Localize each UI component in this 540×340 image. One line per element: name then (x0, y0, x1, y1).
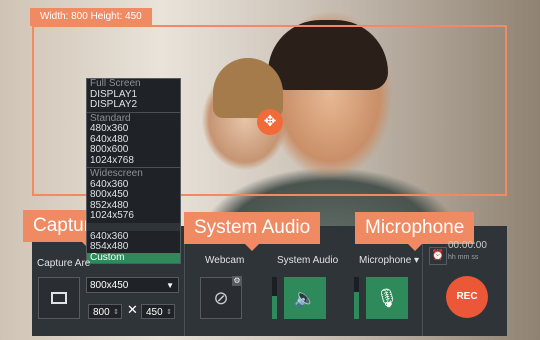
stepper-icon[interactable]: ⇕ (113, 305, 119, 320)
dropdown-option[interactable]: 1024x576 (87, 210, 180, 222)
webcam-off-icon: ⊘ (213, 288, 229, 308)
alarm-icon[interactable]: ⏰ (429, 247, 447, 265)
microphone-icon: 🎙 (375, 288, 399, 308)
speaker-icon: 🔈 (293, 288, 317, 308)
dropdown-option[interactable]: Custom (87, 252, 180, 263)
microphone-toggle[interactable]: 🎙 (366, 277, 408, 319)
microphone-level-meter (354, 277, 359, 319)
capture-area-select[interactable]: 800x450 ▼ (86, 277, 179, 293)
system-audio-callout: System Audio (184, 212, 321, 251)
timer-units: hh mm ss (448, 254, 479, 261)
dropdown-option[interactable]: 480x360 (87, 123, 180, 135)
dropdown-option[interactable]: 854x480 (87, 241, 180, 253)
system-audio-toggle[interactable]: 🔈 (284, 277, 326, 319)
width-input[interactable]: 800 ⇕ (88, 304, 122, 319)
stepper-icon[interactable]: ⇕ (166, 305, 172, 320)
capture-dimensions-label: Width: 800 Height: 450 (30, 8, 152, 26)
dropdown-option[interactable]: 800x450 (87, 189, 180, 201)
dropdown-group-header: Widescreen (90, 168, 143, 179)
system-audio-level-meter (272, 277, 277, 319)
move-icon[interactable]: ✥ (257, 109, 283, 135)
system-audio-label: System Audio (277, 255, 339, 266)
webcam-label: Webcam (205, 255, 245, 266)
times-symbol: ✕ (127, 302, 138, 317)
rec-button[interactable]: REC (446, 276, 488, 318)
dropdown-option[interactable]: DISPLAY2 (87, 99, 180, 111)
chevron-down-icon: ▼ (166, 281, 174, 290)
microphone-label[interactable]: Microphone ▾ (359, 255, 419, 266)
height-input[interactable]: 450 ⇕ (141, 304, 175, 319)
dropdown-group-header: Full Screen (90, 78, 141, 89)
dropdown-gap (87, 222, 180, 231)
capture-area-dropdown[interactable]: Full Screen DISPLAY1 DISPLAY2 Standard 480x3… (86, 78, 181, 264)
gear-icon[interactable]: ⚙ (232, 276, 242, 286)
dropdown-option[interactable]: 800x600 (87, 144, 180, 156)
capture-area-icon (51, 292, 67, 304)
capture-area-button[interactable] (38, 277, 80, 319)
recording-timer: 00:00:00 (448, 240, 487, 251)
capture-area-label: Capture Are (37, 258, 91, 269)
dropdown-option[interactable]: 1024x768 (87, 155, 180, 167)
